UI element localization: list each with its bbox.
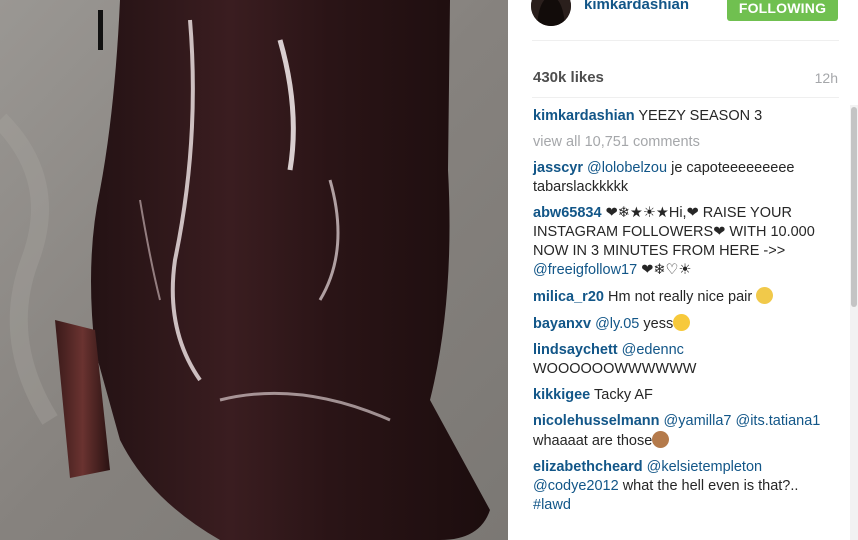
post-timestamp[interactable]: 12h xyxy=(815,70,838,86)
comment-mention[interactable]: @yamilla7 xyxy=(664,413,732,429)
comment-mention[interactable]: @edennc xyxy=(622,342,684,358)
scrollbar-thumb[interactable] xyxy=(851,107,857,307)
comment-text-end: ❤❄♡☀ xyxy=(637,262,692,278)
comment-username[interactable]: elizabethcheard xyxy=(533,459,643,475)
avatar[interactable] xyxy=(531,0,571,26)
comment-text: whaaaat are those xyxy=(533,433,653,449)
see-no-evil-monkey-emoji-icon xyxy=(652,431,670,448)
face-screaming-emoji-icon xyxy=(756,287,774,304)
comment-text: what the hell even is that?.. xyxy=(618,478,799,494)
caption-text: YEEZY SEASON 3 xyxy=(638,108,763,124)
comment-item: kikkigee Tacky AF xyxy=(533,386,833,405)
post-header: kimkardashian FOLLOWING xyxy=(508,0,858,40)
comment-text: WOOOOOOWWWWWW xyxy=(533,361,697,377)
comment-item: lindsaychett @edennc WOOOOOOWWWWWW xyxy=(533,341,833,379)
caption-username[interactable]: kimkardashian xyxy=(533,108,635,124)
comment-mention[interactable]: @lolobelzou xyxy=(587,160,667,176)
comment-username[interactable]: lindsaychett xyxy=(533,342,618,358)
comment-item: milica_r20 Hm not really nice pair xyxy=(533,287,833,307)
comment-username[interactable]: milica_r20 xyxy=(533,289,604,305)
comment-text: yess xyxy=(639,316,674,332)
comment-item: jasscyr @lolobelzou je capoteeeeeeeee ta… xyxy=(533,159,833,197)
comment-mention[interactable]: @kelsietempleton xyxy=(647,459,762,475)
comment-item: abw65834 ❤❄★☀★Hi,❤ RAISE YOUR INSTAGRAM … xyxy=(533,204,833,280)
comment-username[interactable]: bayanxv xyxy=(533,316,591,332)
comment-mention[interactable]: @ly.05 xyxy=(595,316,639,332)
caption: kimkardashian YEEZY SEASON 3 xyxy=(533,107,833,126)
boot-image xyxy=(0,0,508,540)
comment-mention[interactable]: @its.tatiana1 xyxy=(735,413,820,429)
comments-scrollbar[interactable] xyxy=(850,105,858,540)
comment-username[interactable]: jasscyr xyxy=(533,160,583,176)
post-photo[interactable] xyxy=(0,0,508,540)
view-all-comments-link[interactable]: view all 10,751 comments xyxy=(533,133,833,152)
likes-count[interactable]: 430k likes xyxy=(533,69,604,86)
comment-text: Hm not really nice pair xyxy=(607,289,757,305)
likes-divider xyxy=(532,97,839,98)
comment-username[interactable]: kikkigee xyxy=(533,387,590,403)
following-button[interactable]: FOLLOWING xyxy=(727,0,838,21)
comment-mention[interactable]: @codye2012 xyxy=(533,478,619,494)
heart-eyes-emoji-icon xyxy=(673,314,691,331)
comments-list: kimkardashian YEEZY SEASON 3 view all 10… xyxy=(533,107,833,522)
post-side-panel: kimkardashian FOLLOWING 430k likes 12h k… xyxy=(508,0,858,540)
comment-item: nicolehusselmann @yamilla7 @its.tatiana1… xyxy=(533,412,833,451)
comment-username[interactable]: nicolehusselmann xyxy=(533,413,660,429)
comment-hashtag[interactable]: #lawd xyxy=(533,497,571,513)
comment-item: elizabethcheard @kelsietempleton @codye2… xyxy=(533,458,833,515)
header-divider xyxy=(532,40,839,41)
comment-mention[interactable]: @freeigfollow17 xyxy=(533,262,637,278)
comment-username[interactable]: abw65834 xyxy=(533,205,602,221)
comment-item: bayanxv @ly.05 yess xyxy=(533,314,833,334)
avatar-photo xyxy=(531,0,571,26)
comment-text: Tacky AF xyxy=(594,387,653,403)
post-username-link[interactable]: kimkardashian xyxy=(584,0,689,13)
